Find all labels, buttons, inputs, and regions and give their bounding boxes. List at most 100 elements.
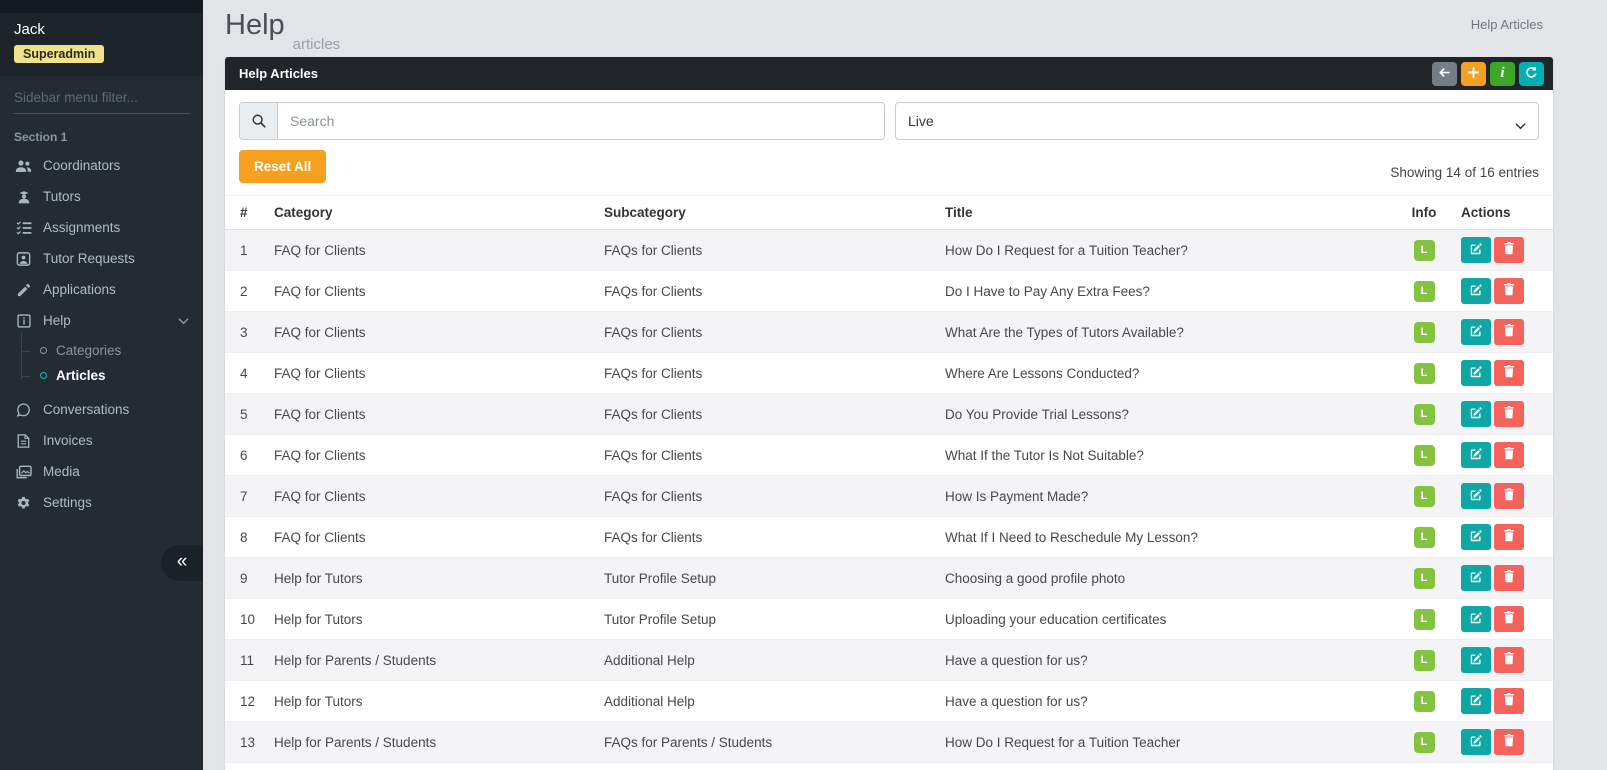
row-actions bbox=[1453, 558, 1553, 599]
delete-button[interactable] bbox=[1494, 524, 1524, 550]
info-badge[interactable]: L bbox=[1413, 485, 1435, 507]
info-badge[interactable]: L bbox=[1413, 526, 1435, 548]
file-icon bbox=[14, 433, 33, 448]
row-actions bbox=[1453, 681, 1553, 722]
edit-button[interactable] bbox=[1461, 524, 1491, 550]
sidebar-item-articles[interactable]: Articles bbox=[0, 363, 203, 388]
refresh-button[interactable] bbox=[1519, 61, 1544, 86]
delete-button[interactable] bbox=[1494, 483, 1524, 509]
edit-button[interactable] bbox=[1461, 237, 1491, 263]
sidebar-collapse-button[interactable]: « bbox=[161, 545, 203, 581]
panel-header: Help Articles i bbox=[225, 57, 1553, 90]
sidebar-item-assignments[interactable]: Assignments bbox=[0, 212, 203, 243]
edit-button[interactable] bbox=[1461, 606, 1491, 632]
sidebar-item-settings[interactable]: Settings bbox=[0, 487, 203, 518]
trash-icon bbox=[1503, 447, 1515, 463]
edit-button[interactable] bbox=[1461, 688, 1491, 714]
info-badge[interactable]: L bbox=[1413, 444, 1435, 466]
row-number: 3 bbox=[240, 324, 248, 340]
sidebar-item-categories[interactable]: Categories bbox=[0, 338, 203, 363]
edit-button[interactable] bbox=[1461, 319, 1491, 345]
edit-button[interactable] bbox=[1461, 278, 1491, 304]
breadcrumb[interactable]: Help Articles bbox=[1471, 9, 1543, 32]
trash-icon bbox=[1503, 406, 1515, 422]
row-number: 12 bbox=[240, 693, 256, 709]
row-subcategory: Tutor Profile Setup bbox=[604, 611, 717, 627]
delete-button[interactable] bbox=[1494, 688, 1524, 714]
sidebar-subitem-label: Categories bbox=[56, 343, 122, 358]
edit-button[interactable] bbox=[1461, 442, 1491, 468]
edit-button[interactable] bbox=[1461, 483, 1491, 509]
sidebar-item-conversations[interactable]: Conversations bbox=[0, 394, 203, 425]
row-actions bbox=[1453, 640, 1553, 681]
trash-icon bbox=[1503, 242, 1515, 258]
row-info: L bbox=[1395, 435, 1453, 476]
page-subtitle: articles bbox=[292, 36, 341, 53]
search-icon bbox=[240, 103, 278, 139]
edit-button[interactable] bbox=[1461, 360, 1491, 386]
row-number: 6 bbox=[240, 447, 248, 463]
table-row: 2 FAQ for Clients FAQs for Clients Do I … bbox=[225, 270, 1553, 312]
edit-pencil-icon bbox=[1469, 283, 1483, 300]
sidebar-item-label: Invoices bbox=[43, 433, 93, 448]
sidebar-item-invoices[interactable]: Invoices bbox=[0, 425, 203, 456]
edit-button[interactable] bbox=[1461, 729, 1491, 755]
status-filter-select[interactable]: Live bbox=[895, 102, 1539, 140]
sidebar-item-coordinators[interactable]: Coordinators bbox=[0, 150, 203, 181]
edit-pencil-icon bbox=[1469, 529, 1483, 546]
info-badge[interactable]: L bbox=[1413, 280, 1435, 302]
sidebar-item-tutors[interactable]: Tutors bbox=[0, 181, 203, 212]
pencil-icon bbox=[14, 283, 33, 297]
info-badge[interactable]: L bbox=[1413, 239, 1435, 261]
info-button[interactable]: i bbox=[1490, 61, 1515, 86]
row-subcategory: FAQs for Clients bbox=[604, 242, 703, 258]
users-icon bbox=[14, 159, 33, 173]
help-articles-panel: Help Articles i Search Live Reset All Sh… bbox=[225, 57, 1553, 770]
back-button[interactable] bbox=[1432, 61, 1457, 86]
edit-button[interactable] bbox=[1461, 647, 1491, 673]
edit-pencil-icon bbox=[1469, 611, 1483, 628]
row-category: Help for Tutors bbox=[274, 693, 363, 709]
sidebar-item-help[interactable]: Help bbox=[0, 305, 203, 336]
row-subcategory: Additional Help bbox=[604, 693, 695, 709]
info-badge[interactable]: L bbox=[1413, 567, 1435, 589]
edit-button[interactable] bbox=[1461, 401, 1491, 427]
sidebar-item-tutor-requests[interactable]: Tutor Requests bbox=[0, 243, 203, 274]
sidebar-item-media[interactable]: Media bbox=[0, 456, 203, 487]
edit-button[interactable] bbox=[1461, 565, 1491, 591]
delete-button[interactable] bbox=[1494, 565, 1524, 591]
delete-button[interactable] bbox=[1494, 278, 1524, 304]
search-input[interactable] bbox=[278, 103, 884, 139]
delete-button[interactable] bbox=[1494, 606, 1524, 632]
info-badge[interactable]: L bbox=[1413, 690, 1435, 712]
table-row: 12 Help for Tutors Additional Help Have … bbox=[225, 680, 1553, 722]
info-badge[interactable]: L bbox=[1413, 608, 1435, 630]
info-badge[interactable]: L bbox=[1413, 362, 1435, 384]
row-info: L bbox=[1395, 517, 1453, 558]
trash-icon bbox=[1503, 652, 1515, 668]
info-badge[interactable]: L bbox=[1413, 321, 1435, 343]
delete-button[interactable] bbox=[1494, 360, 1524, 386]
delete-button[interactable] bbox=[1494, 401, 1524, 427]
row-number: 11 bbox=[240, 652, 255, 668]
info-badge[interactable]: L bbox=[1413, 649, 1435, 671]
info-badge[interactable]: L bbox=[1413, 403, 1435, 425]
delete-button[interactable] bbox=[1494, 319, 1524, 345]
edit-pencil-icon bbox=[1469, 734, 1483, 751]
reset-all-button[interactable]: Reset All bbox=[239, 150, 327, 183]
info-badge[interactable]: L bbox=[1413, 731, 1435, 753]
row-actions bbox=[1453, 435, 1553, 476]
delete-button[interactable] bbox=[1494, 647, 1524, 673]
second-row: Reset All Showing 14 of 16 entries bbox=[239, 150, 1539, 183]
delete-button[interactable] bbox=[1494, 729, 1524, 755]
sidebar-filter-input[interactable] bbox=[13, 86, 190, 114]
entries-summary: Showing 14 of 16 entries bbox=[1390, 165, 1539, 180]
add-button[interactable] bbox=[1461, 61, 1486, 86]
column-header-subcategory: Subcategory bbox=[596, 195, 937, 230]
row-category: Help for Parents / Students bbox=[266, 763, 596, 770]
delete-button[interactable] bbox=[1494, 442, 1524, 468]
delete-button[interactable] bbox=[1494, 237, 1524, 263]
sidebar-item-applications[interactable]: Applications bbox=[0, 274, 203, 305]
table-row: 4 FAQ for Clients FAQs for Clients Where… bbox=[225, 352, 1553, 394]
row-number: 2 bbox=[240, 283, 248, 299]
